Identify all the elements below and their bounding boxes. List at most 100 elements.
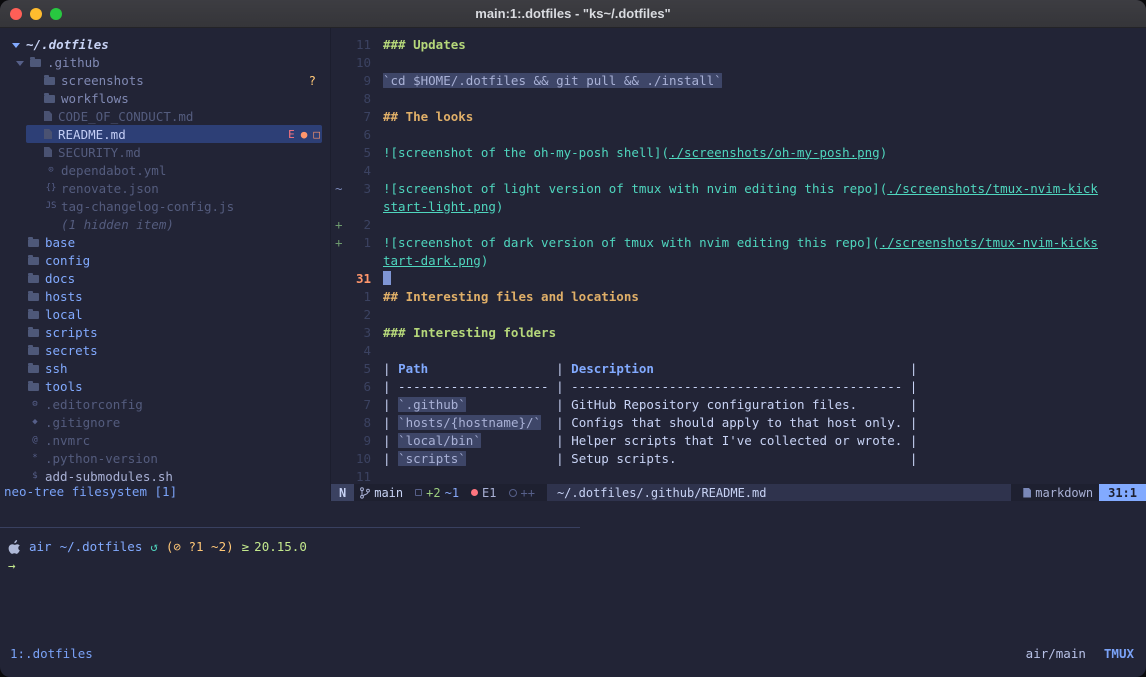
tree-item-add-submodules[interactable]: $ add-submodules.sh (0, 467, 330, 485)
titlebar: main:1:.dotfiles - "ks~/.dotfiles" (0, 0, 1146, 28)
editor-line table-row[interactable]: 8 | `hosts/{hostname}/` | Configs that s… (331, 413, 1146, 431)
plugin-segment: ++ (503, 486, 541, 500)
tree-item-base[interactable]: base (0, 233, 330, 251)
tree-item-dependabot[interactable]: ⊙ dependabot.yml (0, 161, 330, 179)
table-pipe: | (383, 397, 398, 412)
git-branch-segment: main (354, 486, 409, 500)
tree-item-github[interactable]: .github (0, 53, 330, 71)
editor-line[interactable]: 4 (331, 341, 1146, 359)
tree-item-ssh[interactable]: ssh (0, 359, 330, 377)
table-cell: Helper scripts that I've collected or wr… (571, 433, 902, 448)
table-pipe: | (910, 397, 918, 412)
editor-line[interactable]: 9 `cd $HOME/.dotfiles && git pull && ./i… (331, 71, 1146, 89)
tree-item-label: screenshots (61, 73, 144, 88)
editor-line[interactable]: + 2 (331, 215, 1146, 233)
editor-line[interactable]: 3 ### Interesting folders (331, 323, 1146, 341)
table-spacing (677, 451, 910, 466)
tree-item-label: .nvmrc (45, 433, 90, 448)
diagnostic-error-mark: E (288, 128, 295, 141)
tree-item-label: workflows (61, 91, 129, 106)
close-button[interactable] (10, 8, 22, 20)
editor-buffer[interactable]: 11 ### Updates 10 9 `cd $HOME/.dotfiles … (331, 28, 1146, 484)
inline-code: `cd $HOME/.dotfiles && git pull && ./ins… (383, 73, 722, 88)
editor-line[interactable]: 5 ![screenshot of the oh-my-posh shell](… (331, 143, 1146, 161)
editor-line table-row[interactable]: 10 | `scripts` | Setup scripts. | (331, 449, 1146, 467)
editor-cursor-line[interactable]: 31 (331, 269, 1146, 287)
tree-item-tag-changelog[interactable]: JS tag-changelog-config.js (0, 197, 330, 215)
line-number: 9 (345, 433, 371, 448)
neotree-statusline: neo-tree filesystem [1] (4, 484, 177, 499)
editor-line-wrap[interactable]: tart-dark.png) (331, 251, 1146, 269)
hidden-items-label: (1 hidden item) (61, 217, 174, 232)
image-link-url[interactable]: tart-dark.png (383, 253, 481, 268)
editor-line table-header[interactable]: 5 | Path | Description | (331, 359, 1146, 377)
git-modified-mark: ● (301, 128, 308, 141)
tree-root[interactable]: ~/.dotfiles (0, 35, 330, 53)
tree-item-local[interactable]: local (0, 305, 330, 323)
tree-item-workflows[interactable]: workflows (0, 89, 330, 107)
editor-line[interactable]: 7 ## The looks (331, 107, 1146, 125)
file-explorer: ~/.dotfiles .github screenshots ? workfl… (0, 28, 330, 501)
editor-line-wrap[interactable]: start-light.png) (331, 197, 1146, 215)
image-link-url[interactable]: ./screenshots/tmux-nvim-kick (887, 181, 1098, 196)
tree-item-scripts[interactable]: scripts (0, 323, 330, 341)
tree-item-hosts[interactable]: hosts (0, 287, 330, 305)
editor-line[interactable]: + 1 ![screenshot of dark version of tmux… (331, 233, 1146, 251)
window-title: main:1:.dotfiles - "ks~/.dotfiles" (475, 6, 670, 21)
editor-line[interactable]: 10 (331, 53, 1146, 71)
editor-line[interactable]: 1 ## Interesting files and locations (331, 287, 1146, 305)
tree-item-python-version[interactable]: * .python-version (0, 449, 330, 467)
tmux-pane-border[interactable] (0, 527, 580, 528)
minimize-button[interactable] (30, 8, 42, 20)
image-link-url[interactable]: ./screenshots/tmux-nvim-kicks (880, 235, 1098, 250)
error-icon (471, 489, 478, 496)
tree-item-label: .github (47, 55, 100, 70)
markdown-file-icon (1023, 488, 1031, 498)
tree-item-tools[interactable]: tools (0, 377, 330, 395)
table-separator-row: | -------------------- | ---------------… (383, 379, 917, 394)
tree-item-secrets[interactable]: secrets (0, 341, 330, 359)
editor-line[interactable]: 6 (331, 125, 1146, 143)
folder-icon (28, 275, 39, 283)
tree-item-config[interactable]: config (0, 251, 330, 269)
tree-item-nvmrc[interactable]: @ .nvmrc (0, 431, 330, 449)
tmux-window-item[interactable]: 1:.dotfiles (10, 646, 93, 661)
shell-prompt[interactable]: air ~/.dotfiles ↺ (⊘ ?1 ~2) ≥ 20.15.0 (8, 539, 307, 554)
table-spacing (466, 397, 556, 412)
folder-icon (44, 77, 55, 85)
editor-line[interactable]: 11 (331, 467, 1146, 484)
tree-item-editorconfig[interactable]: ⚙ .editorconfig (0, 395, 330, 413)
git-unstaged-mark: □ (313, 128, 320, 141)
filetype-label: markdown (1035, 486, 1093, 500)
table-pipe: | (556, 433, 571, 448)
tree-item-label: ssh (45, 361, 68, 376)
editor-line[interactable]: 8 (331, 89, 1146, 107)
image-link-url[interactable]: start-light.png (383, 199, 496, 214)
tree-item-docs[interactable]: docs (0, 269, 330, 287)
tree-item-renovate[interactable]: {} renovate.json (0, 179, 330, 197)
tree-item-code-of-conduct[interactable]: CODE_OF_CONDUCT.md (0, 107, 330, 125)
editor-line[interactable]: 4 (331, 161, 1146, 179)
editor-line[interactable]: 11 ### Updates (331, 35, 1146, 53)
tree-item-security[interactable]: SECURITY.md (0, 143, 330, 161)
git-sync-icon: ↺ (150, 539, 158, 554)
prompt-char[interactable]: → (8, 558, 16, 573)
table-pipe: | (910, 451, 918, 466)
editor-line[interactable]: 2 (331, 305, 1146, 323)
image-link-url[interactable]: ./screenshots/oh-my-posh.png (669, 145, 880, 160)
zoom-button[interactable] (50, 8, 62, 20)
editor-line table-separator[interactable]: 6 | -------------------- | -------------… (331, 377, 1146, 395)
line-number: 1 (345, 235, 371, 250)
editor-line table-row[interactable]: 9 | `local/bin` | Helper scripts that I'… (331, 431, 1146, 449)
git-file-icon: ◆ (28, 417, 42, 427)
current-line-number: 31 (345, 271, 371, 286)
tree-item-readme[interactable]: README.md E ● □ (0, 125, 330, 143)
editor-line table-row[interactable]: 7 | `.github` | GitHub Repository config… (331, 395, 1146, 413)
table-pipe: | (556, 415, 571, 430)
table-pipe: | (383, 451, 398, 466)
editor-line[interactable]: ~ 3 ![screenshot of light version of tmu… (331, 179, 1146, 197)
tree-item-screenshots[interactable]: screenshots ? (0, 71, 330, 89)
table-pipe: | (383, 415, 398, 430)
diagnostics-segment: E1 (465, 486, 502, 500)
tree-item-gitignore[interactable]: ◆ .gitignore (0, 413, 330, 431)
